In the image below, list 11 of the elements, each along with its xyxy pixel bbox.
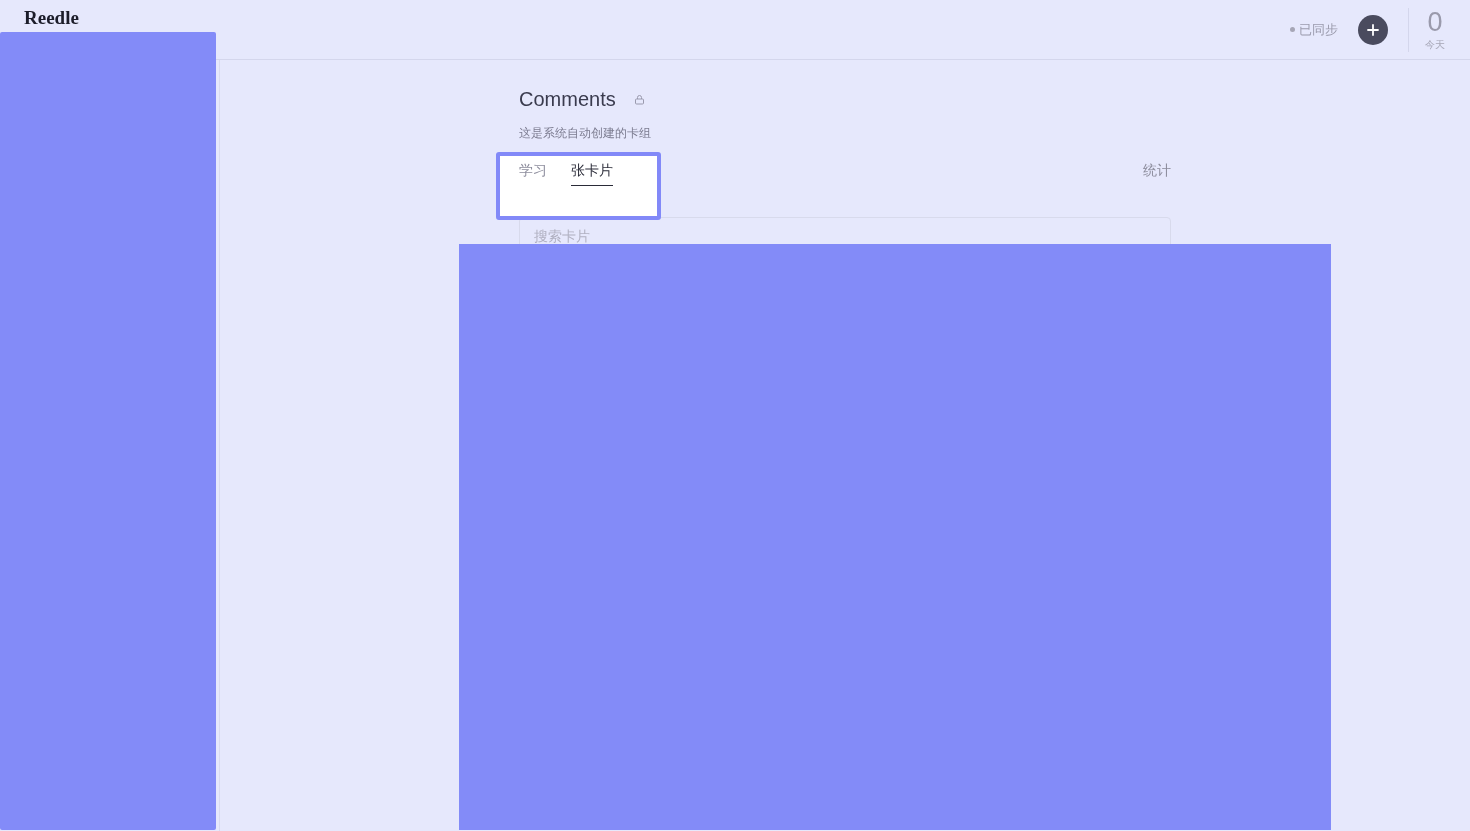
- lock-icon: [633, 94, 645, 105]
- deck-title: Comments: [519, 88, 616, 111]
- add-button[interactable]: [1358, 14, 1388, 45]
- today-label: 今天: [1425, 37, 1445, 52]
- tab[interactable]: 学习: [519, 162, 547, 186]
- tab[interactable]: 张卡片: [571, 162, 613, 186]
- sync-status: 已同步: [1290, 20, 1338, 39]
- plus-icon: [1367, 23, 1379, 36]
- app-logo[interactable]: Reedle: [24, 8, 79, 28]
- deck-description: 这是系统自动创建的卡组: [519, 125, 652, 142]
- today-count: 0: [1427, 7, 1443, 36]
